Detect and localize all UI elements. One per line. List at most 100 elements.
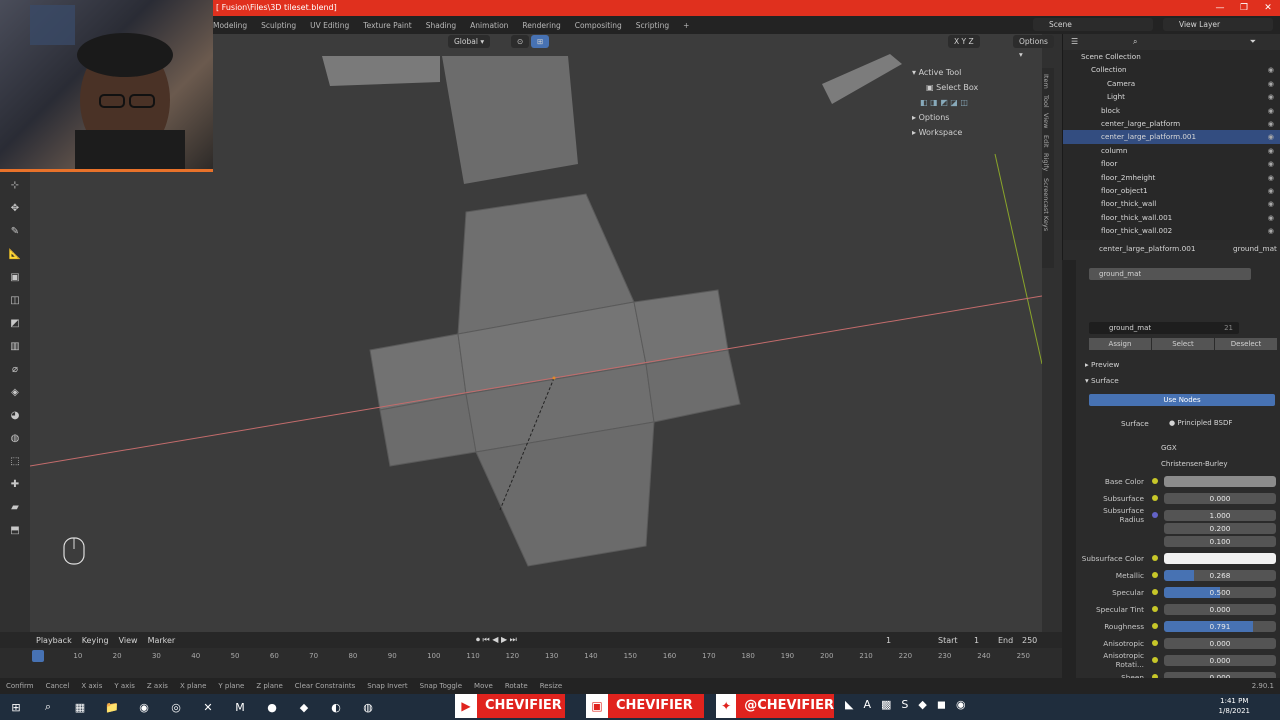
app-ps-icon[interactable]: ◼ — [937, 698, 946, 711]
scene-selector[interactable]: Scene — [1033, 18, 1153, 31]
acrobat-icon[interactable]: A — [863, 698, 871, 711]
select-box-row[interactable]: ▣ Select Box — [912, 83, 1042, 92]
search-icon[interactable]: ⌕ — [37, 696, 59, 718]
sidebar-tab[interactable]: Rigify — [1042, 153, 1050, 171]
app-xn-icon[interactable]: ✕ — [197, 696, 219, 718]
workspace-tab[interactable]: + — [683, 21, 689, 30]
knife-icon[interactable]: ⌀ — [4, 359, 26, 379]
filter-icon[interactable]: ⏷ — [1250, 37, 1256, 47]
visibility-eye-icon[interactable]: ◉ — [1268, 130, 1274, 143]
material-slot[interactable]: ground_mat — [1089, 268, 1251, 280]
windows-start-icon[interactable]: ⊞ — [5, 696, 27, 718]
extrude-icon[interactable]: ▣ — [4, 267, 26, 287]
workspace-tab[interactable]: Rendering — [522, 21, 560, 30]
workspace-tab[interactable]: Shading — [426, 21, 456, 30]
surface-panel-header[interactable]: ▾ Surface — [1085, 376, 1119, 385]
workspace-tab[interactable]: Animation — [470, 21, 508, 30]
end-frame-field[interactable]: 250 — [1022, 636, 1037, 645]
outliner-item[interactable]: center_large_platform.001 ◉ — [1063, 130, 1280, 144]
pivot-point-icon[interactable]: ⊙ — [511, 35, 530, 48]
measure-icon[interactable]: 📐 — [4, 244, 26, 264]
inset-icon[interactable]: ◫ — [4, 290, 26, 310]
bevel-icon[interactable]: ◩ — [4, 313, 26, 333]
sidebar-tab[interactable]: Tool — [1042, 95, 1050, 108]
property-field[interactable]: 1.000 — [1164, 509, 1276, 521]
socket-dot-icon[interactable] — [1152, 512, 1158, 518]
visibility-eye-icon[interactable]: ◉ — [1268, 211, 1274, 224]
workspace-tab[interactable]: Modeling — [213, 21, 247, 30]
socket-dot-icon[interactable] — [1152, 640, 1158, 646]
property-field[interactable]: 0.200 — [1164, 522, 1276, 534]
workspace-tab[interactable]: UV Editing — [310, 21, 349, 30]
visibility-eye-icon[interactable]: ◉ — [1268, 157, 1274, 170]
surface-shader-field[interactable]: ● Principled BSDF — [1163, 417, 1253, 429]
active-tool-header[interactable]: ▾ Active Tool — [912, 68, 1042, 77]
workspace-tab[interactable]: Texture Paint — [363, 21, 411, 30]
preview-panel-header[interactable]: ▸ Preview — [1085, 360, 1119, 369]
viewport-options-button[interactable]: Options ▾ — [1013, 35, 1054, 59]
property-field[interactable]: 0.000 — [1164, 654, 1276, 666]
minimize-icon[interactable]: — — [1208, 0, 1232, 16]
outliner-item[interactable]: floor_2mheight ◉ — [1063, 171, 1280, 184]
spin-icon[interactable]: ◕ — [4, 405, 26, 425]
app-obs-icon[interactable]: ◍ — [357, 696, 379, 718]
start-frame-field[interactable]: 1 — [974, 636, 979, 645]
annotate-icon[interactable]: ✎ — [4, 221, 26, 241]
subsurface-method-dropdown[interactable]: Christensen-Burley — [1157, 458, 1261, 470]
blender-icon[interactable]: ◉ — [956, 698, 966, 711]
firefox-icon[interactable]: ◉ — [133, 696, 155, 718]
loop-cut-icon[interactable]: ▥ — [4, 336, 26, 356]
move-icon[interactable]: ✥ — [4, 198, 26, 218]
socket-dot-icon[interactable] — [1152, 606, 1158, 612]
edge-slide-icon[interactable]: ⬚ — [4, 451, 26, 471]
sidebar-tab[interactable]: View — [1042, 113, 1050, 128]
app-droplet-icon[interactable]: ◆ — [293, 696, 315, 718]
socket-dot-icon[interactable] — [1152, 572, 1158, 578]
property-field[interactable] — [1164, 552, 1276, 564]
outliner-item[interactable]: Scene Collection — [1063, 50, 1280, 63]
axis-lock-xyz[interactable]: X Y Z — [948, 35, 980, 48]
app-cube-icon[interactable]: ◆ — [918, 698, 926, 711]
playhead[interactable] — [32, 650, 44, 662]
visibility-eye-icon[interactable]: ◉ — [1268, 197, 1274, 210]
timeline-track[interactable]: 1102030405060708090100110120130140150160… — [0, 648, 1062, 678]
app-m-icon[interactable]: M — [229, 696, 251, 718]
file-explorer-icon[interactable]: 📁 — [101, 696, 123, 718]
material-name-field[interactable]: ground_mat 21 — [1089, 322, 1239, 334]
outliner-item[interactable]: floor_thick_wall.002 ◉ — [1063, 224, 1280, 237]
visibility-eye-icon[interactable]: ◉ — [1268, 184, 1274, 197]
keying-menu[interactable]: Keying — [82, 636, 109, 645]
visibility-eye-icon[interactable]: ◉ — [1268, 90, 1274, 103]
outliner-item[interactable]: floor_object1 ◉ — [1063, 184, 1280, 197]
outliner-item[interactable]: Collection ◉ — [1063, 63, 1280, 76]
use-nodes-button[interactable]: Use Nodes — [1089, 394, 1275, 406]
socket-dot-icon[interactable] — [1152, 623, 1158, 629]
cursor-icon[interactable]: ⊹ — [4, 175, 26, 195]
property-field[interactable] — [1164, 475, 1276, 487]
sidebar-tab[interactable]: Edit — [1042, 135, 1050, 148]
poly-build-icon[interactable]: ◈ — [4, 382, 26, 402]
property-field[interactable]: 0.000 — [1164, 637, 1276, 649]
snap-toggle-icon[interactable]: ⊞ — [531, 35, 550, 48]
outliner-search-icon[interactable]: ⌕ — [1133, 37, 1137, 47]
visibility-eye-icon[interactable]: ◉ — [1268, 63, 1274, 76]
socket-dot-icon[interactable] — [1152, 478, 1158, 484]
outliner-item[interactable]: column ◉ — [1063, 144, 1280, 157]
socket-dot-icon[interactable] — [1152, 589, 1158, 595]
workspace-section[interactable]: ▸ Workspace — [912, 128, 1042, 137]
app-tile-icon[interactable]: ▩ — [881, 698, 891, 711]
outliner-item[interactable]: center_large_platform ◉ — [1063, 117, 1280, 130]
rip-icon[interactable]: ⬒ — [4, 520, 26, 540]
playback-controls[interactable]: ⏺ ⏮ ◀ ▶ ⏭ — [476, 635, 517, 645]
property-field[interactable]: 0.268 — [1164, 569, 1276, 581]
view-menu[interactable]: View — [119, 636, 138, 645]
visibility-eye-icon[interactable]: ◉ — [1268, 224, 1274, 237]
close-icon[interactable]: ✕ — [1256, 0, 1280, 16]
outliner-item[interactable]: Light ◉ — [1063, 90, 1280, 103]
workspace-tab[interactable]: Scripting — [636, 21, 669, 30]
outliner-item[interactable]: block ◉ — [1063, 104, 1280, 117]
outliner-item[interactable]: Camera ◉ — [1063, 77, 1280, 90]
outliner-item[interactable]: floor_thick_wall ◉ — [1063, 197, 1280, 210]
shrink-fatten-icon[interactable]: ✚ — [4, 474, 26, 494]
property-field[interactable]: 0.500 — [1164, 586, 1276, 598]
